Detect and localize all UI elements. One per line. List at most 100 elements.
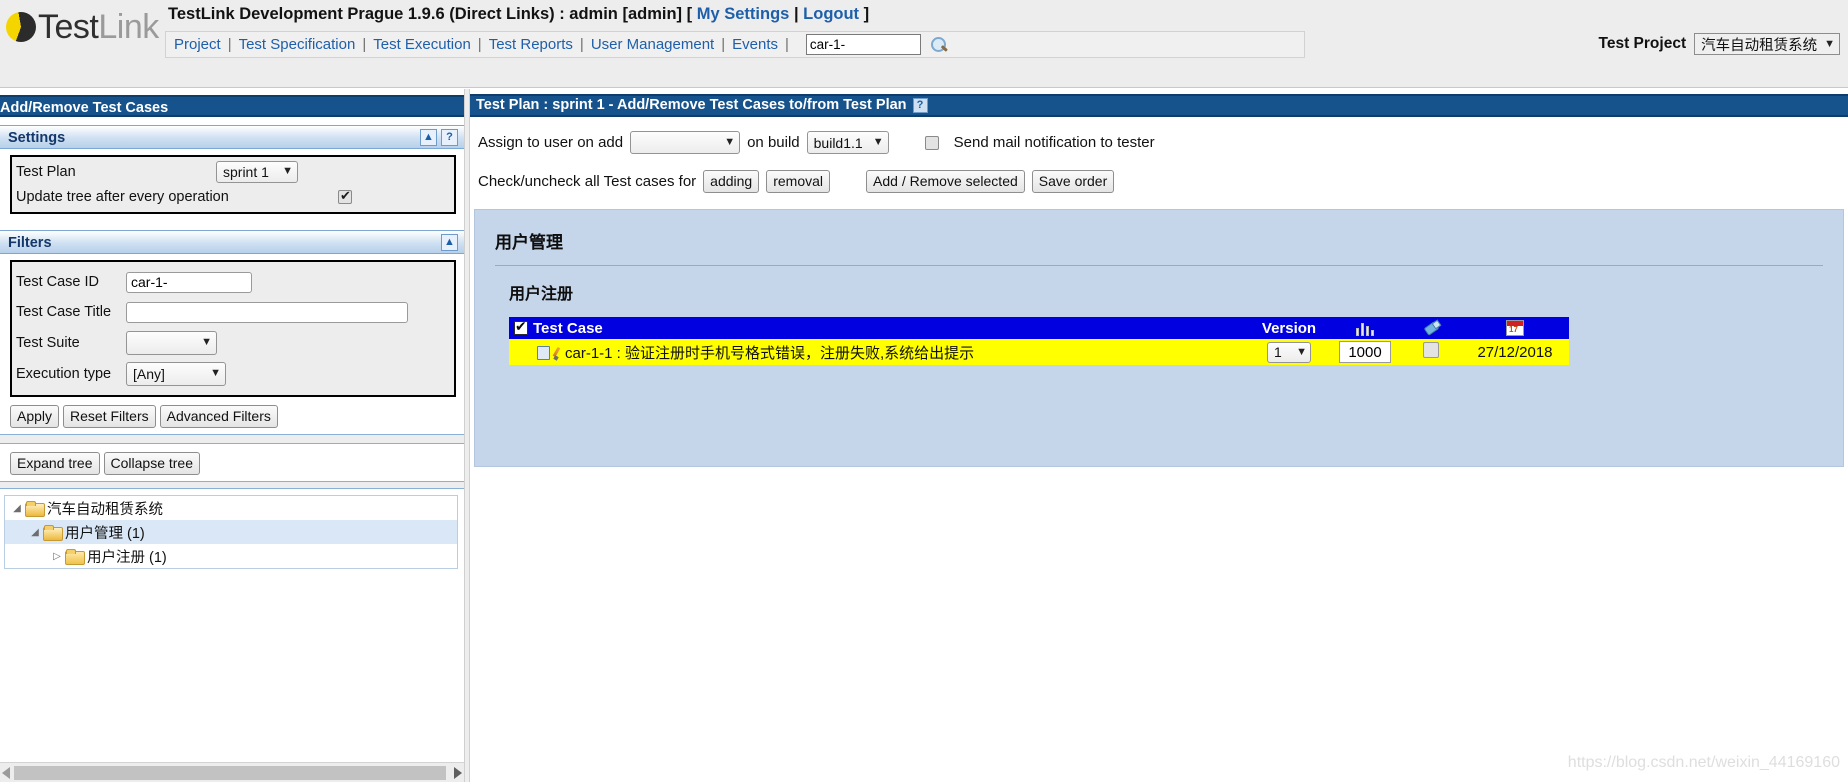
test-suite-dropdown[interactable]: ▼ — [126, 330, 217, 355]
send-mail-checkbox[interactable] — [924, 135, 939, 150]
assign-row: Assign to user on add ▼ on build build1.… — [478, 131, 1848, 154]
right-panel-title-bar: Test Plan : sprint 1 - Add/Remove Test C… — [470, 94, 1848, 117]
test-case-name[interactable]: car-1-1 : 验证注册时手机号格式错误，注册失败,系统给出提示 — [565, 345, 974, 362]
separator-strip — [0, 434, 464, 444]
right-panel: Test Plan : sprint 1 - Add/Remove Test C… — [470, 89, 1848, 782]
logout-link[interactable]: Logout — [803, 5, 859, 23]
update-tree-row: Update tree after every operation — [16, 184, 450, 209]
tree-twisty-icon[interactable]: ◢ — [27, 527, 43, 538]
removal-button[interactable]: removal — [766, 170, 831, 193]
testlink-logo: TestLink — [6, 4, 166, 50]
controls-area: Assign to user on add ▼ on build build1.… — [470, 117, 1848, 193]
help-icon[interactable]: ? — [912, 98, 928, 113]
test-project-dropdown[interactable]: 汽车自动租赁系统 ▼ — [1694, 33, 1840, 55]
scroll-thumb[interactable] — [14, 766, 446, 780]
cell-priority — [1329, 339, 1401, 365]
table-row[interactable]: car-1-1 : 验证注册时手机号格式错误，注册失败,系统给出提示 1 ▼ 1… — [509, 339, 1569, 365]
on-build-label: on build — [747, 134, 800, 151]
reset-filters-button[interactable]: Reset Filters — [63, 405, 156, 428]
test-case-id-input[interactable] — [126, 271, 252, 293]
tree-twisty-icon[interactable]: ▷ — [49, 551, 65, 562]
bar-chart-icon — [1355, 320, 1375, 336]
filter-buttons: Apply Reset Filters Advanced Filters — [0, 397, 464, 434]
row-checkbox[interactable] — [1423, 342, 1439, 358]
cell-date: 27/12/2018 — [1461, 339, 1569, 365]
version-dropdown[interactable]: 1 ▼ — [1267, 341, 1311, 363]
search-input[interactable] — [805, 34, 921, 55]
test-plan-dropdown[interactable]: sprint 1 ▼ — [216, 160, 298, 183]
title-pipe: | — [793, 5, 799, 23]
testlink-page: TestLink TestLink Development Prague 1.9… — [0, 0, 1848, 782]
apply-button[interactable]: Apply — [10, 405, 60, 428]
tree-node-user-management[interactable]: ◢ 用户管理 (1) — [5, 520, 457, 544]
assign-to-user-label: Assign to user on add — [478, 134, 624, 151]
update-tree-checkbox[interactable] — [338, 188, 352, 204]
select-all-checkbox[interactable] — [514, 318, 528, 335]
chevron-down-icon: ▼ — [724, 136, 736, 148]
menu-sep: | — [477, 36, 482, 53]
watermark: https://blog.csdn.net/weixin_44169160 — [1567, 754, 1840, 771]
tree-node-root[interactable]: ◢ 汽车自动租赁系统 — [5, 496, 457, 520]
tree-buttons: Expand tree Collapse tree — [0, 444, 464, 481]
col-test-case: Test Case — [509, 317, 1249, 339]
chevron-down-icon: ▼ — [1824, 37, 1835, 50]
menu-sep: | — [784, 36, 789, 53]
folder-icon — [25, 501, 45, 517]
folder-icon — [65, 549, 85, 565]
folder-icon — [43, 525, 63, 541]
scroll-right-arrow-icon[interactable] — [454, 767, 462, 779]
menu-item-test-specification[interactable]: Test Specification — [239, 36, 356, 53]
execution-type-dropdown[interactable]: [Any] ▼ — [126, 361, 226, 386]
col-test-case-label: Test Case — [533, 319, 603, 337]
tree-node-label: 用户管理 (1) — [65, 525, 145, 542]
send-mail-label: Send mail notification to tester — [953, 134, 1155, 151]
search-icon[interactable] — [930, 36, 948, 54]
test-case-id-label: Test Case ID — [16, 274, 99, 290]
divider — [495, 265, 1823, 266]
collapse-tree-button[interactable]: Collapse tree — [103, 452, 200, 475]
col-date — [1461, 317, 1569, 339]
test-cases-table: Test Case Version — [509, 317, 1569, 365]
filters-header-buttons: ▲ — [441, 234, 458, 251]
logo-text-bold: Test — [38, 7, 99, 46]
calendar-icon — [1506, 319, 1524, 336]
expand-tree-button[interactable]: Expand tree — [10, 452, 100, 475]
left-panel-title: Add/Remove Test Cases — [0, 95, 464, 117]
scroll-left-arrow-icon[interactable] — [2, 767, 10, 779]
menu-item-user-management[interactable]: User Management — [591, 36, 714, 53]
test-project-selector: Test Project 汽车自动租赁系统 ▼ — [1599, 31, 1840, 57]
test-case-title-row: Test Case Title — [16, 297, 450, 327]
menu-item-test-execution[interactable]: Test Execution — [373, 36, 471, 53]
collapse-icon[interactable]: ▲ — [441, 234, 458, 251]
pencil-icon[interactable] — [551, 346, 563, 360]
execution-type-label: Execution type — [16, 365, 112, 382]
logo-wordmark: TestLink — [38, 8, 159, 47]
priority-input[interactable] — [1339, 341, 1391, 363]
adding-button[interactable]: adding — [703, 170, 760, 193]
left-panel-horizontal-scrollbar[interactable] — [0, 762, 464, 782]
test-case-title-input[interactable] — [126, 301, 408, 323]
assign-user-dropdown[interactable]: ▼ — [630, 131, 741, 154]
plug-icon — [1422, 320, 1440, 336]
title-bracket-close: ] — [863, 5, 870, 23]
help-icon[interactable]: ? — [441, 129, 458, 146]
save-order-button[interactable]: Save order — [1031, 170, 1115, 193]
cell-version: 1 ▼ — [1249, 339, 1329, 365]
tree-twisty-icon[interactable]: ◢ — [9, 503, 25, 514]
test-project-value: 汽车自动租赁系统 — [1701, 37, 1818, 54]
test-plan-row: Test Plan sprint 1 ▼ — [16, 159, 450, 184]
build-dropdown[interactable]: build1.1 ▼ — [806, 131, 889, 154]
menu-sep: | — [579, 36, 584, 53]
chevron-down-icon: ▼ — [201, 336, 212, 348]
add-remove-selected-button[interactable]: Add / Remove selected — [866, 170, 1025, 193]
collapse-icon[interactable]: ▲ — [420, 129, 437, 146]
logo-text-light: Link — [98, 7, 159, 46]
menu-item-test-reports[interactable]: Test Reports — [489, 36, 573, 53]
execution-type-value: [Any] — [133, 365, 165, 382]
advanced-filters-button[interactable]: Advanced Filters — [159, 405, 278, 428]
document-icon[interactable] — [537, 345, 550, 360]
menu-item-events[interactable]: Events — [732, 36, 778, 53]
tree-node-user-registration[interactable]: ▷ 用户注册 (1) — [5, 544, 457, 568]
my-settings-link[interactable]: My Settings — [697, 5, 790, 23]
menu-item-project[interactable]: Project — [174, 36, 221, 53]
